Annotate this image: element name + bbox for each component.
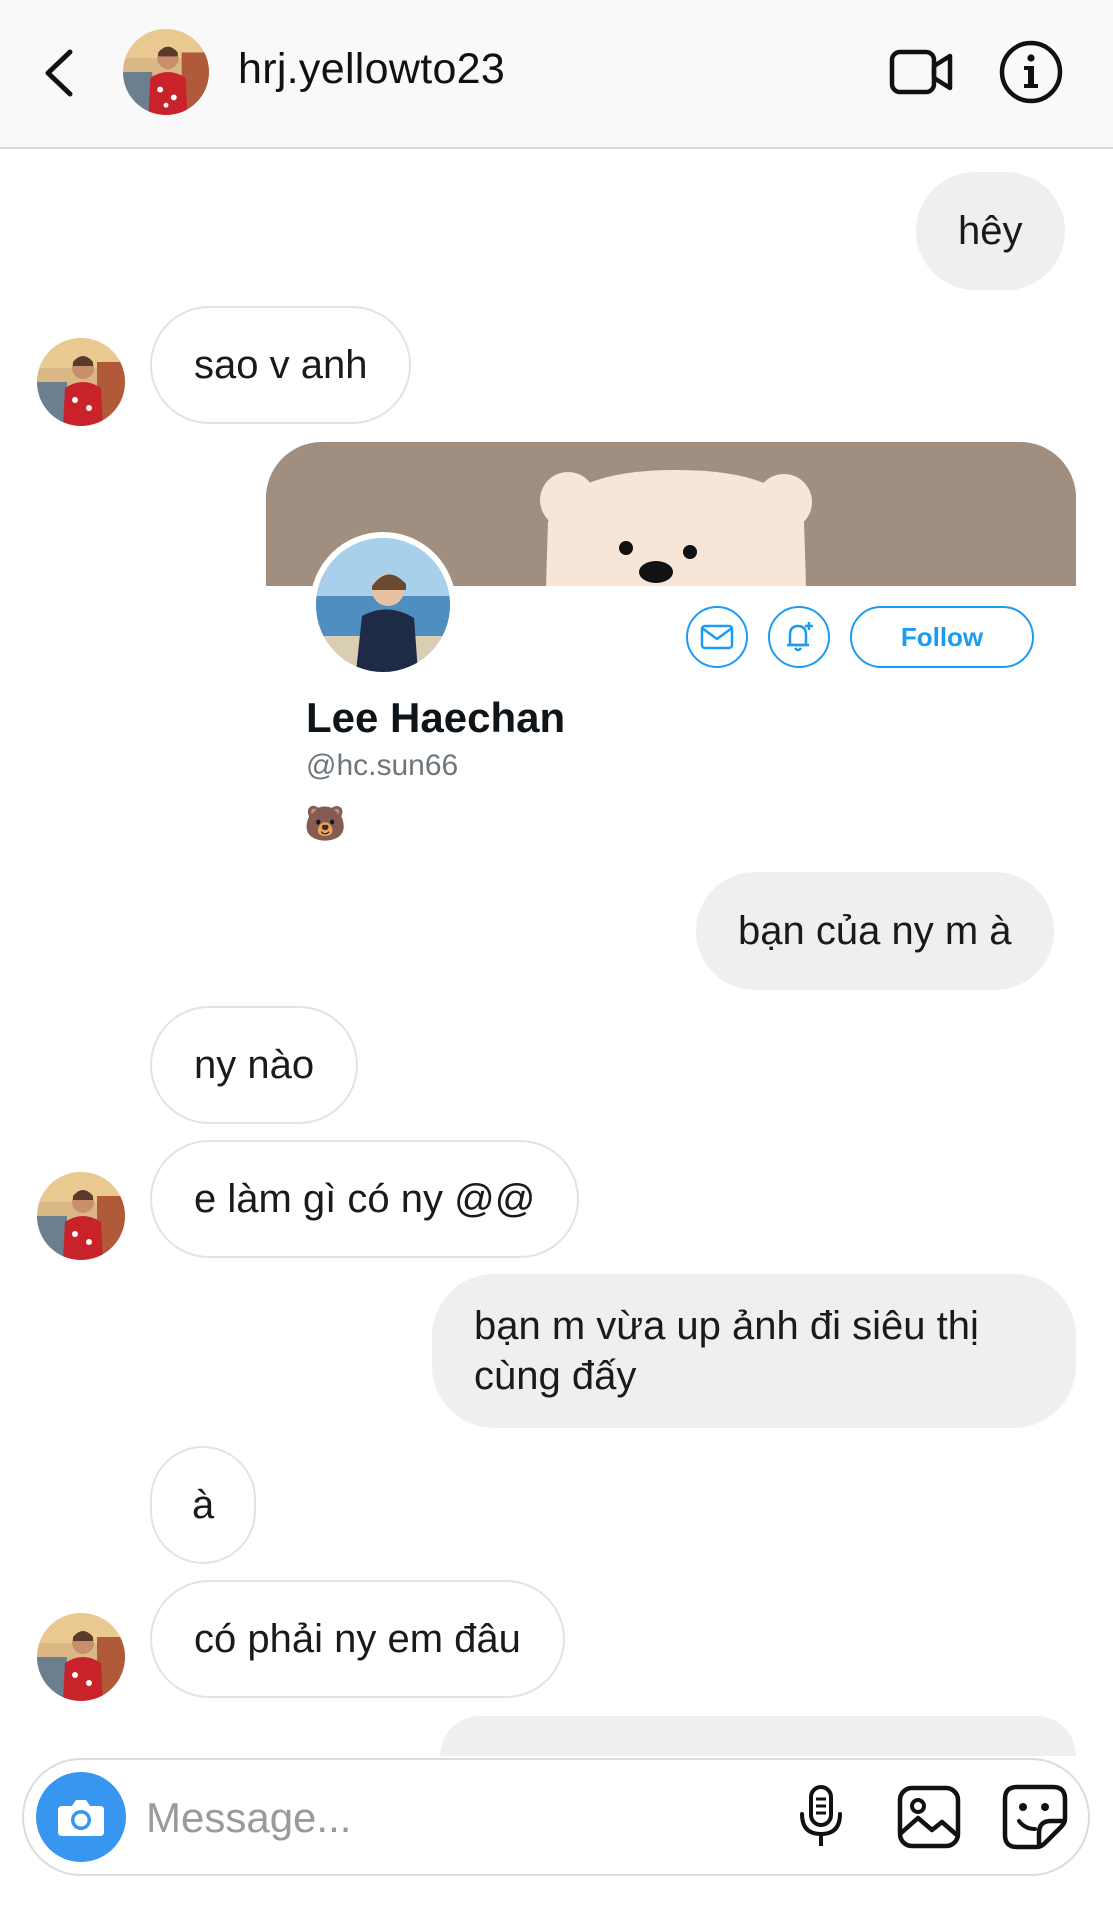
sticker-icon[interactable]: [996, 1778, 1074, 1856]
back-chevron-icon[interactable]: [36, 40, 86, 106]
avatar[interactable]: [37, 1613, 125, 1701]
message-bubble-in[interactable]: à: [150, 1446, 257, 1564]
avatar[interactable]: [37, 338, 125, 426]
message-bubble-in[interactable]: sao v anh: [150, 306, 412, 424]
video-call-icon[interactable]: [888, 44, 956, 100]
message-composer: [22, 1758, 1090, 1876]
avatar[interactable]: [37, 1172, 125, 1260]
message-bubble-in[interactable]: ny nào: [150, 1006, 359, 1124]
gallery-icon[interactable]: [890, 1778, 968, 1856]
profile-bio: 🐻: [304, 805, 347, 843]
message-bubble-out[interactable]: bạn của ny m à: [696, 872, 1054, 990]
message-bubble-out[interactable]: bạn m vừa up ảnh đi siêu thị cùng đấy: [432, 1274, 1076, 1428]
message-bubble-out[interactable]: hêy: [916, 172, 1065, 290]
chat-username[interactable]: hrj.yellowto23: [238, 45, 505, 94]
camera-icon[interactable]: [36, 1772, 126, 1862]
profile-handle: @hc.sun66: [306, 749, 459, 782]
message-bubble-in[interactable]: có phải ny em đâu: [150, 1580, 565, 1698]
message-button[interactable]: [686, 606, 748, 668]
profile-name: Lee Haechan: [306, 694, 566, 741]
notification-bell-button[interactable]: [768, 606, 830, 668]
microphone-icon[interactable]: [782, 1778, 860, 1856]
info-icon[interactable]: [997, 38, 1065, 106]
message-input[interactable]: [144, 1782, 748, 1854]
chat-header: hrj.yellowto23: [0, 0, 1113, 149]
shared-profile-card[interactable]: Follow Lee Haechan @hc.sun66 🐻: [266, 442, 1076, 862]
message-bubble-out[interactable]: [440, 1716, 1076, 1756]
follow-button[interactable]: Follow: [850, 606, 1034, 668]
profile-avatar[interactable]: [310, 532, 456, 678]
message-bubble-in[interactable]: e làm gì có ny @@: [150, 1140, 580, 1258]
avatar[interactable]: [123, 29, 209, 115]
